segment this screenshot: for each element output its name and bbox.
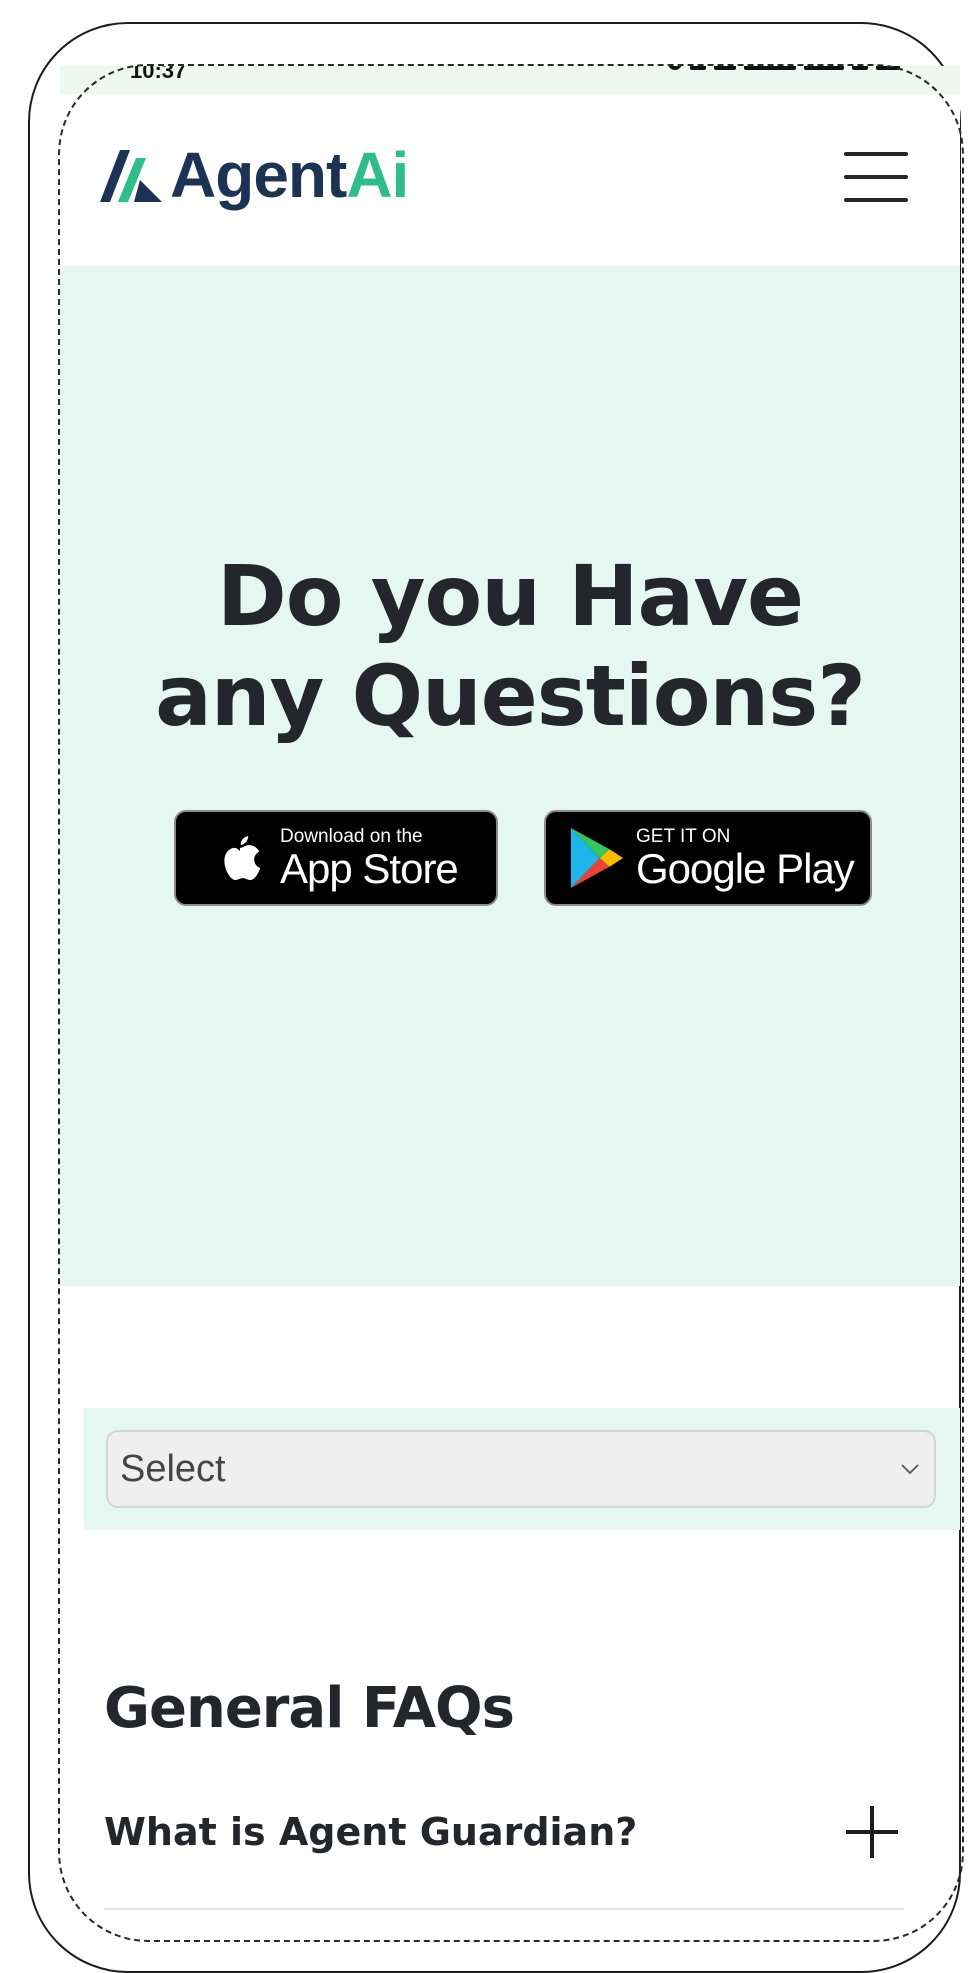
google-play-large-label: Google Play (636, 844, 855, 892)
battery-icon (876, 66, 900, 70)
faq-question: What is Agent Guardian? (104, 1810, 638, 1854)
signal-2-icon (804, 66, 844, 70)
faq-filter-section: Select (84, 1408, 960, 1530)
hero-title-line-2: any Questions? (155, 647, 866, 745)
hamburger-menu-button[interactable] (844, 152, 908, 202)
notification-icon (668, 66, 682, 70)
brand-logo[interactable]: AgentAi (96, 140, 409, 210)
hamburger-menu-icon (844, 152, 908, 156)
agentai-logo-icon (100, 150, 162, 202)
hero-title: Do you Have any Questions? (60, 546, 960, 746)
google-play-small-label: GET IT ON (636, 825, 731, 847)
hero-section: Do you Have any Questions? Download on t… (60, 266, 960, 1286)
hero-title-line-1: Do you Have (217, 547, 804, 645)
app-store-text: Download on the App Store (280, 825, 459, 892)
app-store-small-label: Download on the (280, 825, 423, 847)
cast-icon (690, 66, 706, 70)
status-bar: 10:37 (60, 66, 960, 94)
brand-name: AgentAi (170, 143, 409, 207)
faq-item[interactable]: What is Agent Guardian? (104, 1800, 904, 1910)
apple-icon (210, 828, 270, 888)
plus-icon[interactable] (844, 1804, 900, 1860)
google-play-text: GET IT ON Google Play (636, 825, 855, 892)
site-header: AgentAi (60, 94, 960, 266)
sim-icon (714, 66, 736, 70)
google-play-button[interactable]: GET IT ON Google Play (544, 810, 872, 906)
battery-saver-icon (852, 66, 868, 70)
signal-icon (744, 66, 796, 70)
brand-name-accent: Ai (346, 139, 409, 211)
select-value: Select (120, 1448, 226, 1490)
google-play-icon (566, 828, 626, 888)
faq-section-title: General FAQs (104, 1676, 515, 1741)
status-icons (668, 66, 900, 70)
chevron-down-icon (901, 1464, 919, 1475)
brand-name-primary: Agent (170, 139, 347, 211)
app-store-button[interactable]: Download on the App Store (174, 810, 498, 906)
status-time: 10:37 (130, 66, 187, 83)
faq-category-select[interactable]: Select (106, 1430, 936, 1508)
app-store-large-label: App Store (280, 844, 459, 892)
